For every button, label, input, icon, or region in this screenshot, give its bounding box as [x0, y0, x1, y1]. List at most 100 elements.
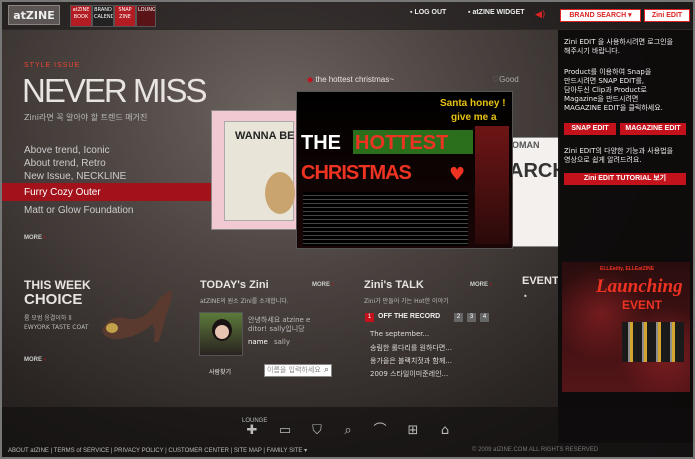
- panel-product-4: Magazine을 만드시려면: [564, 95, 639, 103]
- widget-label: atZINE WIDGET: [472, 9, 525, 16]
- tutorial-button[interactable]: Zini EDIT TUTORIAL 보기: [564, 173, 686, 185]
- nav-tab-book[interactable]: atZINE BOOK: [70, 5, 92, 27]
- todays-zini-title: TODAY's Zini: [200, 279, 269, 291]
- feature-label: ◆ the hottest christmas~: [307, 75, 394, 84]
- talk-page-2[interactable]: 2: [454, 313, 463, 322]
- panel-intro-1: Zini EDIT 을 사용하시려면 로그인을: [564, 38, 674, 46]
- record-number: 1: [365, 313, 374, 322]
- panel-product-3: 담아두신 Clip과 Product로: [564, 86, 647, 94]
- this-week-more[interactable]: MORE ›: [24, 357, 46, 363]
- panel-intro-2: 해주시기 바랍니다.: [564, 47, 620, 55]
- todays-zini-more[interactable]: MORE ›: [312, 282, 334, 288]
- menu-item-neckline[interactable]: New Issue, NECKLINE: [24, 171, 126, 182]
- right-magazine-top: OMAN: [512, 140, 540, 150]
- hero-title: NEVER MISS: [22, 72, 208, 109]
- footer-links[interactable]: ABOUT atZINE | TERMS of SERVICE | PRIVAC…: [8, 447, 307, 454]
- record-title[interactable]: OFF THE RECORD: [378, 313, 440, 320]
- nav-tab-snap-zine[interactable]: SNAP ZINE: [114, 5, 136, 27]
- right-magazine[interactable]: OMAN ARCH: [505, 137, 560, 247]
- magazine-edit-button[interactable]: MAGAZINE EDIT: [620, 123, 686, 135]
- zinis-talk-title: Zini's TALK: [364, 279, 424, 291]
- hanger-icon[interactable]: ⌒: [372, 423, 388, 439]
- gift-icon[interactable]: ⊞: [405, 423, 421, 439]
- style-issue-label: STYLE ISSUE: [24, 62, 81, 69]
- featured-body-text: [303, 192, 468, 246]
- zinis-talk-more-label: MORE: [470, 282, 488, 288]
- nav-tab-brand-calendar[interactable]: BRAND CALENDAR: [92, 5, 114, 27]
- nav-tab-lounge[interactable]: LOUNGE: [136, 5, 156, 27]
- left-magazine-image: [265, 172, 295, 214]
- talk-page-4[interactable]: 4: [480, 313, 489, 322]
- this-week-title: THIS WEEK: [24, 278, 91, 292]
- banner-title-2: EVENT: [622, 298, 663, 312]
- left-magazine[interactable]: WANNA BE: [211, 110, 299, 230]
- featured-christmas: CHRISTMAS: [301, 162, 412, 184]
- zinis-talk-desc: Zini가 만들어 가는 Hot한 이야기: [364, 298, 449, 305]
- panel-product-2: 만드시려면 SNAP EDIT를,: [564, 77, 645, 85]
- feature-good[interactable]: ♡Good: [492, 75, 519, 84]
- magnifier-icon[interactable]: ⌕: [340, 423, 356, 439]
- brand-search-button[interactable]: BRAND SEARCH ▾: [560, 9, 641, 22]
- chair-icon[interactable]: ⌂: [437, 423, 453, 439]
- zini-edit-panel: Zini EDIT 을 사용하시려면 로그인을 해주시기 바랍니다. Produ…: [558, 30, 693, 443]
- logout-link[interactable]: ▪ LOG OUT: [410, 9, 446, 16]
- featured-line1: Santa honey !: [440, 98, 506, 109]
- event-title: EVENT: [522, 275, 559, 287]
- talk-item-4[interactable]: 2009 스타일이미준레인...: [370, 369, 448, 379]
- menu-item-furry-outer[interactable]: Furry Cozy Outer: [24, 187, 101, 198]
- site-logo[interactable]: atZINE: [8, 5, 60, 25]
- avatar-face: [215, 325, 229, 339]
- panel-tutorial-2: 영상으로 쉽게 알려드려요.: [564, 156, 642, 164]
- zini-name-label: name: [248, 338, 268, 346]
- banner-cosmetics-image: [622, 322, 684, 362]
- shoe-svg: [102, 290, 172, 342]
- menu-item-foundation[interactable]: Matt or Glow Foundation: [24, 205, 134, 216]
- banner-brand: ELLEatity, ELLEatZINE: [600, 266, 655, 272]
- menu-item-iconic[interactable]: Above trend, Iconic: [24, 145, 110, 156]
- talk-item-2[interactable]: 송림한 롤다리를 원하다면...: [370, 343, 452, 353]
- zinis-talk-more[interactable]: MORE ›: [470, 282, 492, 288]
- speaker-icon[interactable]: ◀): [535, 10, 545, 20]
- hero-more-label: MORE: [24, 235, 42, 241]
- feature-label-text: the hottest christmas~: [315, 75, 394, 84]
- left-magazine-title: WANNA BE: [235, 130, 295, 142]
- talk-item-1[interactable]: The september...: [370, 330, 429, 338]
- left-magazine-page: WANNA BE: [224, 121, 295, 221]
- panel-product-5: MAGAZINE EDIT을 클릭하세요.: [564, 104, 663, 112]
- shopping-bag-icon[interactable]: ⛉: [309, 423, 325, 439]
- search-icon[interactable]: ⌕: [324, 364, 334, 377]
- hero-subtitle: Zini라면 꼭 알아야 할 트렌드 매거진: [24, 113, 148, 122]
- talk-item-3[interactable]: 옹가을은 블랙치젓과 함께...: [370, 356, 452, 366]
- zini-avatar[interactable]: [199, 312, 243, 356]
- featured-hottest: HOTTEST: [355, 132, 449, 154]
- featured-line2: give me a: [451, 112, 497, 123]
- zini-name-value: sally: [274, 338, 290, 346]
- people-search-label: 사람찾기: [209, 369, 232, 376]
- monitor-icon[interactable]: ▭: [277, 423, 293, 439]
- top-bar: atZINE atZINE BOOK BRAND CALENDAR SNAP Z…: [2, 2, 693, 30]
- talk-page-3[interactable]: 3: [467, 313, 476, 322]
- snap-edit-button[interactable]: SNAP EDIT: [564, 123, 616, 135]
- panel-product-1: Product를 이용하여 Snap을: [564, 68, 652, 76]
- shoe-image[interactable]: [100, 284, 185, 346]
- widget-link[interactable]: ▪ atZINE WIDGET: [468, 9, 525, 16]
- feature-good-label: Good: [499, 75, 519, 84]
- people-search-input[interactable]: 이름을 입력하세요: [264, 364, 332, 377]
- menu-item-retro[interactable]: About trend, Retro: [24, 158, 106, 169]
- todays-zini-more-label: MORE: [312, 282, 330, 288]
- todays-zini-desc: atZINE의 원소 Zini를 소개합니다.: [200, 298, 289, 305]
- featured-boots-image: [475, 126, 509, 244]
- logout-label: LOG OUT: [414, 9, 447, 16]
- lounge-puzzle-icon[interactable]: ✚: [244, 423, 260, 439]
- featured-magazine[interactable]: Santa honey ! give me a THE HOTTEST CHRI…: [296, 91, 513, 249]
- this-week-more-label: MORE: [24, 357, 42, 363]
- zini-intro-2: ditor! sally입니당: [248, 325, 305, 333]
- zini-edit-button[interactable]: Zini EDIT: [644, 9, 690, 22]
- this-week-choice: CHOICE: [24, 291, 83, 308]
- this-week-desc: 룸 모범 응결이하 ll EWYORK TASTE COAT: [24, 315, 89, 331]
- hero-more-link[interactable]: MORE ›: [24, 235, 46, 241]
- banner-title-1: Launching: [596, 276, 683, 297]
- launching-event-banner[interactable]: ELLEatity, ELLEatZINE Launching EVENT: [562, 262, 690, 392]
- footer-copyright: © 2009 atZINE.COM ALL RIGHTS RESERVED: [472, 447, 599, 453]
- right-magazine-title: ARCH: [509, 160, 559, 182]
